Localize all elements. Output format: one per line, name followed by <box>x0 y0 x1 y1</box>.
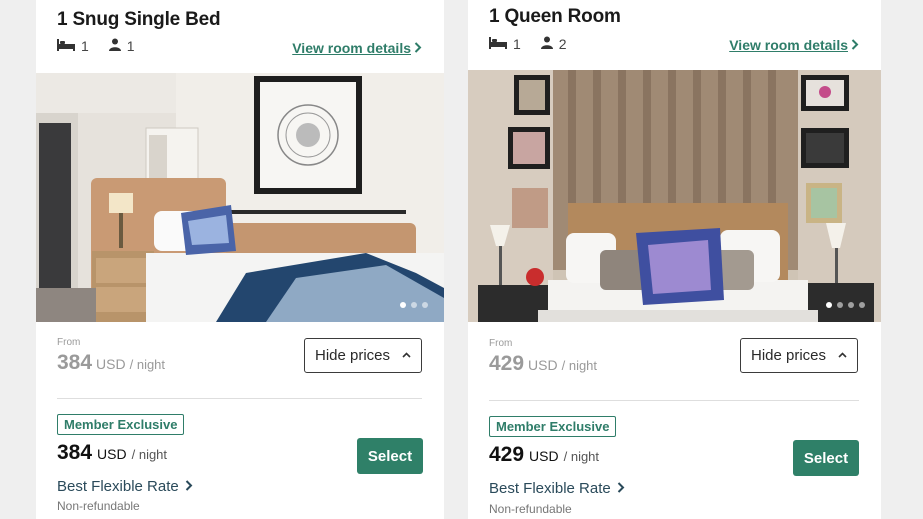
room-photo <box>468 70 881 322</box>
hide-prices-button[interactable]: Hide prices <box>740 338 858 373</box>
bed-count: 1 <box>513 36 521 52</box>
select-rate-button[interactable]: Select <box>357 438 423 474</box>
rate-price-amount: 384 <box>57 441 93 464</box>
from-label: From <box>489 338 513 349</box>
from-label: From <box>57 337 81 348</box>
rate-name-link[interactable]: Best Flexible Rate <box>489 480 625 497</box>
from-price-currency: USD <box>96 356 126 372</box>
carousel-dots <box>400 302 428 308</box>
room-title: 1 Queen Room <box>489 6 621 27</box>
room-photo-carousel[interactable] <box>468 70 881 322</box>
bed-icon <box>489 36 507 52</box>
chevron-right-icon <box>185 478 193 495</box>
room-card-queen: 1 Queen Room 1 2 View room details From … <box>468 0 881 519</box>
from-price: 429 USD / night <box>489 352 597 376</box>
rate-price-amount: 429 <box>489 443 525 466</box>
room-occupancy: 1 2 <box>489 36 581 52</box>
from-price-currency: USD <box>528 357 558 373</box>
from-price-per-night: / night <box>561 358 598 373</box>
carousel-dots <box>826 302 865 308</box>
carousel-dot[interactable] <box>859 302 865 308</box>
room-photo <box>36 73 444 322</box>
rate-price-currency: USD <box>529 448 559 464</box>
chevron-right-icon <box>414 40 422 56</box>
divider <box>57 398 422 399</box>
room-title: 1 Snug Single Bed <box>57 9 221 30</box>
view-room-details-label: View room details <box>292 40 411 56</box>
hide-prices-label: Hide prices <box>314 347 391 364</box>
chevron-right-icon <box>851 37 859 53</box>
carousel-dot[interactable] <box>837 302 843 308</box>
rate-note: Non-refundable <box>489 502 572 516</box>
from-price-per-night: / night <box>129 357 166 372</box>
chevron-up-icon <box>838 350 847 361</box>
bed-count: 1 <box>81 38 89 54</box>
carousel-dot[interactable] <box>422 302 428 308</box>
rate-price-per-night: / night <box>563 449 600 464</box>
select-rate-button[interactable]: Select <box>793 440 859 476</box>
carousel-dot[interactable] <box>826 302 832 308</box>
rate-price-per-night: / night <box>131 447 168 462</box>
rate-name-link[interactable]: Best Flexible Rate <box>57 478 193 495</box>
person-icon <box>108 38 121 54</box>
member-exclusive-badge: Member Exclusive <box>57 414 185 435</box>
hide-prices-label: Hide prices <box>750 347 827 364</box>
person-icon <box>540 36 553 52</box>
member-exclusive-badge: Member Exclusive <box>489 416 617 437</box>
room-photo-carousel[interactable] <box>36 73 444 322</box>
carousel-dot[interactable] <box>411 302 417 308</box>
guest-count: 1 <box>126 38 135 54</box>
divider <box>489 400 859 401</box>
guest-count: 2 <box>558 36 567 52</box>
bed-icon <box>57 38 75 54</box>
rate-price-currency: USD <box>97 446 127 462</box>
rate-price: 429 USD / night <box>489 443 599 467</box>
view-room-details-link[interactable]: View room details <box>729 37 859 53</box>
view-room-details-label: View room details <box>729 37 848 53</box>
rate-price: 384 USD / night <box>57 441 167 465</box>
room-occupancy: 1 1 <box>57 38 149 54</box>
carousel-dot[interactable] <box>848 302 854 308</box>
room-card-snug-single: 1 Snug Single Bed 1 1 View room details <box>36 0 444 519</box>
hide-prices-button[interactable]: Hide prices <box>304 338 422 373</box>
from-price-amount: 384 <box>57 351 93 374</box>
chevron-up-icon <box>402 350 411 361</box>
chevron-right-icon <box>617 480 625 497</box>
rate-name-label: Best Flexible Rate <box>57 478 179 495</box>
rate-note: Non-refundable <box>57 499 140 513</box>
rate-name-label: Best Flexible Rate <box>489 480 611 497</box>
from-price-amount: 429 <box>489 352 525 375</box>
from-price: 384 USD / night <box>57 351 165 375</box>
view-room-details-link[interactable]: View room details <box>292 40 422 56</box>
carousel-dot[interactable] <box>400 302 406 308</box>
